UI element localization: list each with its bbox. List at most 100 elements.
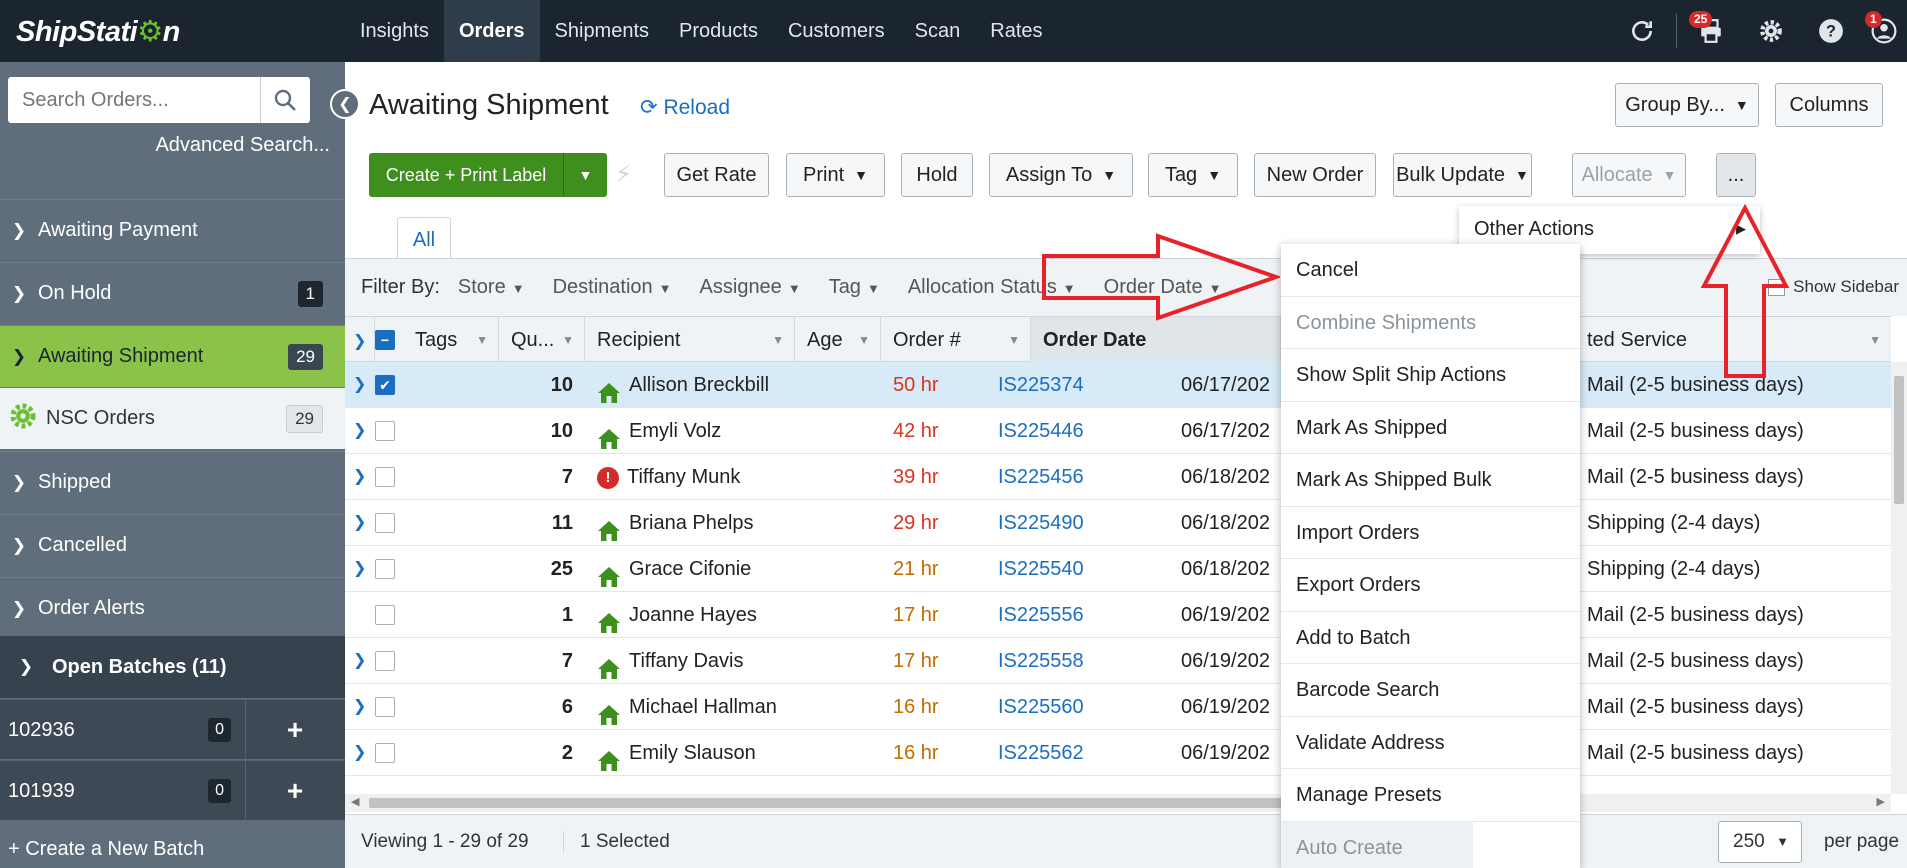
order-number-link[interactable]: IS225540	[998, 546, 1138, 592]
recipient-cell[interactable]: Emily Slauson	[597, 730, 795, 776]
columns-button[interactable]: Columns	[1775, 83, 1883, 127]
vertical-scrollbar[interactable]	[1891, 362, 1907, 794]
help-icon[interactable]: ?	[1801, 0, 1861, 62]
collapse-sidebar-icon[interactable]: ❮	[330, 89, 360, 119]
expand-row-icon[interactable]: ❯	[353, 362, 373, 408]
row-checkbox[interactable]	[375, 421, 395, 441]
row-checkbox[interactable]	[375, 651, 395, 671]
row-checkbox[interactable]	[375, 559, 395, 579]
group-by-button[interactable]: Group By... ▼	[1615, 83, 1759, 127]
refresh-icon[interactable]	[1612, 0, 1672, 62]
recipient-cell[interactable]: Allison Breckbill	[597, 362, 795, 408]
dropdown-item-combine-shipments[interactable]: Combine Shipments	[1281, 297, 1580, 349]
recipient-cell[interactable]: Briana Phelps	[597, 500, 795, 546]
bulk-update-button[interactable]: Bulk Update ▼	[1393, 153, 1532, 197]
col-recipient[interactable]: Recipient ▼	[585, 317, 795, 363]
add-to-batch-plus-icon[interactable]: +	[270, 775, 320, 807]
order-number-link[interactable]: IS225456	[998, 454, 1138, 500]
batch-row[interactable]: 102936 0 +	[0, 699, 345, 760]
expand-row-icon[interactable]: ❯	[353, 546, 373, 592]
scrollbar-thumb[interactable]	[369, 798, 1359, 808]
tab-all[interactable]: All	[397, 217, 451, 259]
col-quantity[interactable]: Qu... ▼	[499, 317, 585, 363]
dropdown-item-auto-create-batches[interactable]: Auto Create Batches	[1281, 821, 1473, 868]
nav-tab-products[interactable]: Products	[664, 0, 773, 62]
order-number-link[interactable]: IS225374	[998, 362, 1138, 408]
table-row[interactable]: ❯ 2 Emily Slauson 16 hr IS225562 06/19/202 Mai…	[345, 730, 1891, 776]
col-requested-service[interactable]: ted Service ▼	[1587, 317, 1891, 363]
expand-row-icon[interactable]: ❯	[353, 408, 373, 454]
table-row[interactable]: ❯ 10 Emyli Volz 42 hr IS225446 06/17/202 Mail …	[345, 408, 1891, 454]
expand-row-icon[interactable]: ❯	[353, 730, 373, 776]
assign-to-button[interactable]: Assign To ▼	[989, 153, 1133, 197]
print-button[interactable]: Print ▼	[786, 153, 885, 197]
row-checkbox[interactable]	[375, 605, 395, 625]
nav-tab-shipments[interactable]: Shipments	[540, 0, 665, 62]
order-number-link[interactable]: IS225490	[998, 500, 1138, 546]
col-age[interactable]: Age ▼	[795, 317, 881, 363]
table-row[interactable]: ❯ ✔ 10 Allison Breckbill 50 hr IS225374 06/17/…	[345, 362, 1891, 408]
table-row[interactable]: ❯ 7 ! Tiffany Munk 39 hr IS225456 06/18/202 Mai…	[345, 454, 1891, 500]
select-all-checkbox[interactable]: −	[375, 330, 395, 350]
expand-row-icon[interactable]: ❯	[353, 638, 373, 684]
recipient-cell[interactable]: Tiffany Davis	[597, 638, 795, 684]
create-print-label-button[interactable]: Create + Print Label ▼	[369, 153, 607, 197]
dropdown-item-validate-address[interactable]: Validate Address	[1281, 717, 1580, 769]
row-checkbox[interactable]	[375, 697, 395, 717]
expand-row-icon[interactable]: ❯	[353, 454, 373, 500]
filter-store[interactable]: Store ▼	[458, 276, 525, 299]
batch-row[interactable]: 101939 0 +	[0, 760, 345, 821]
table-row[interactable]: ❯ 7 Tiffany Davis 17 hr IS225558 06/19/202 Mai…	[345, 638, 1891, 684]
create-batch-link[interactable]: + Create a New Batch	[8, 838, 204, 861]
recipient-cell[interactable]: Joanne Hayes	[597, 592, 795, 638]
row-checkbox[interactable]: ✔	[375, 375, 395, 395]
table-row[interactable]: 1 Joanne Hayes 17 hr IS225556 06/19/202 Mail …	[345, 592, 1891, 638]
get-rate-button[interactable]: Get Rate	[664, 153, 769, 197]
advanced-search-link[interactable]: Advanced Search...	[155, 134, 330, 157]
dropdown-item-show-split-ship-actions[interactable]: Show Split Ship Actions	[1281, 349, 1580, 402]
nav-tab-insights[interactable]: Insights	[345, 0, 444, 62]
order-number-link[interactable]: IS225560	[998, 684, 1138, 730]
sidebar-item-on-hold[interactable]: ❯ On Hold 1	[0, 262, 345, 324]
nav-tab-rates[interactable]: Rates	[975, 0, 1057, 62]
order-number-link[interactable]: IS225556	[998, 592, 1138, 638]
hold-button[interactable]: Hold	[901, 153, 973, 197]
nav-tab-scan[interactable]: Scan	[900, 0, 976, 62]
row-checkbox[interactable]	[375, 513, 395, 533]
order-number-link[interactable]: IS225558	[998, 638, 1138, 684]
sidebar-item-order-alerts[interactable]: ❯ Order Alerts	[0, 577, 345, 639]
dropdown-item-export-orders[interactable]: Export Orders	[1281, 559, 1580, 612]
recipient-cell[interactable]: Grace Cifonie	[597, 546, 795, 592]
dropdown-item-manage-presets[interactable]: Manage Presets	[1281, 769, 1580, 822]
show-sidebar-checkbox[interactable]	[1768, 278, 1786, 296]
dropdown-item-mark-as-shipped-bulk[interactable]: Mark As Shipped Bulk	[1281, 454, 1580, 507]
expand-row-icon[interactable]: ❯	[353, 684, 373, 730]
sidebar-item-shipped[interactable]: ❯ Shipped	[0, 451, 345, 513]
more-actions-button[interactable]: ...	[1716, 153, 1756, 197]
show-sidebar-toggle[interactable]: Show Sidebar	[1768, 277, 1899, 297]
search-input[interactable]	[8, 78, 260, 122]
dropdown-item-barcode-search[interactable]: Barcode Search	[1281, 664, 1580, 717]
filter-order-date[interactable]: Order Date ▼	[1104, 276, 1222, 299]
nav-tab-customers[interactable]: Customers	[773, 0, 900, 62]
row-checkbox[interactable]	[375, 467, 395, 487]
table-row[interactable]: ❯ 25 Grace Cifonie 21 hr IS225540 06/18/202 Sh…	[345, 546, 1891, 592]
order-number-link[interactable]: IS225562	[998, 730, 1138, 776]
recipient-cell[interactable]: Michael Hallman	[597, 684, 795, 730]
sidebar-item-awaiting-shipment[interactable]: ❯ Awaiting Shipment 29	[0, 325, 345, 387]
recipient-cell[interactable]: ! Tiffany Munk	[597, 454, 795, 500]
table-row[interactable]: ❯ 11 Briana Phelps 29 hr IS225490 06/18/202 Sh…	[345, 500, 1891, 546]
scrollbar-thumb[interactable]	[1894, 376, 1904, 504]
new-order-button[interactable]: New Order	[1254, 153, 1376, 197]
filter-tag[interactable]: Tag ▼	[829, 276, 880, 299]
filter-allocation-status[interactable]: Allocation Status ▼	[908, 276, 1076, 299]
sidebar-item-awaiting-payment[interactable]: ❯ Awaiting Payment	[0, 199, 345, 261]
col-order-number[interactable]: Order # ▼	[881, 317, 1031, 363]
allocate-button[interactable]: Allocate ▼	[1572, 153, 1686, 197]
filter-destination[interactable]: Destination ▼	[553, 276, 672, 299]
printer-icon[interactable]: 25	[1681, 0, 1741, 62]
caret-down-icon[interactable]: ▼	[563, 153, 607, 197]
shipstation-logo[interactable]: ShipStati⚙n	[0, 14, 345, 49]
sidebar-item-cancelled[interactable]: ❯ Cancelled	[0, 514, 345, 576]
account-icon[interactable]: 1	[1861, 0, 1907, 62]
